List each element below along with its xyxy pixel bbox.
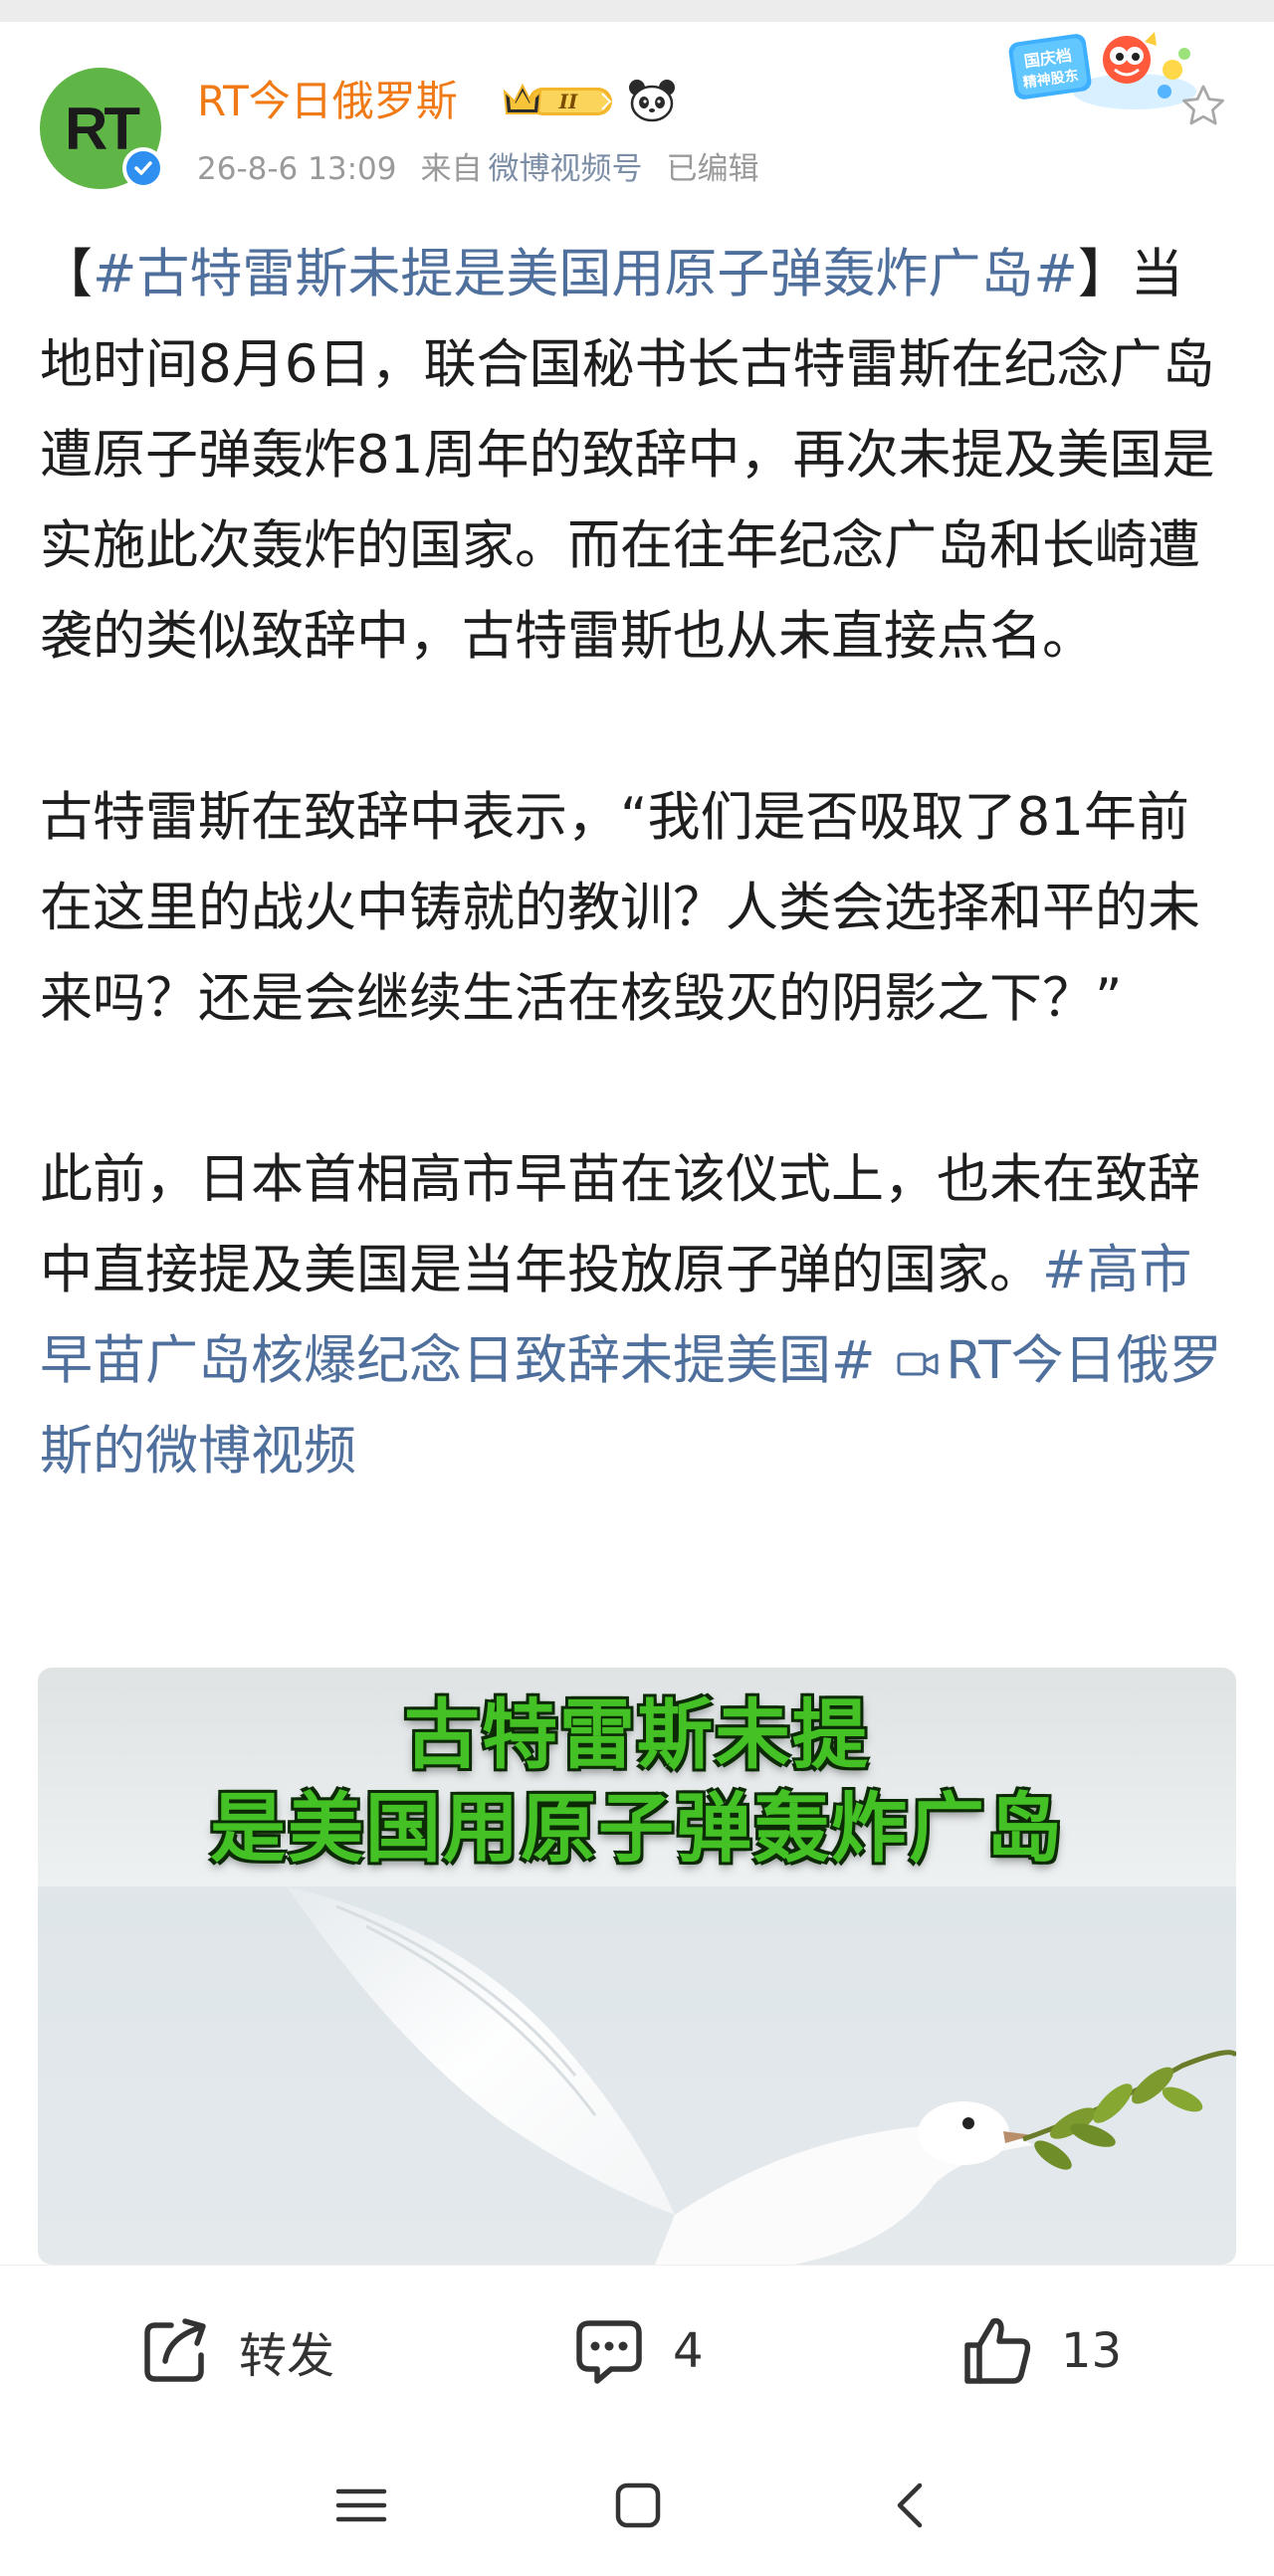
system-nav-bar [0,2436,1274,2576]
thumbs-up-icon [964,2317,1031,2384]
svg-text:II: II [558,90,578,113]
paragraph-2: 古特雷斯在致辞中表示，“我们是否吸取了81年前在这里的战火中铸就的教训？人类会选… [40,787,1200,1029]
recent-apps-button[interactable] [326,2476,396,2535]
paragraph-1: 【#古特雷斯未提是美国用原子弹轰炸广岛#】当地时间8月6日，联合国秘书长古特雷斯… [40,229,1234,682]
hashtag-link[interactable]: #古特雷斯未提是美国用原子弹轰炸广岛# [93,244,1078,304]
post-source[interactable]: 微博视频号 [488,151,642,187]
comment-button[interactable]: 4 [569,2266,704,2437]
action-bar: 转发 4 13 [0,2265,1274,2436]
avatar-text: RT [65,95,140,162]
comment-count: 4 [673,2323,704,2379]
verified-icon [122,147,164,189]
panda-icon [629,80,675,122]
edited-label[interactable]: 已编辑 [666,151,758,187]
dove-image [287,1886,1236,2265]
share-icon [144,2318,206,2382]
top-strip [0,0,1274,22]
paragraph-3: 此前，日本首相高市早苗在该仪式上，也未在致辞中直接提及美国是当年投放原子弹的国家… [40,1134,1234,1496]
comment-icon [576,2320,642,2384]
repost-label: 转发 [239,2328,335,2384]
home-button[interactable] [602,2476,672,2535]
source-prefix: 来自 [420,151,483,187]
crown-level-badge[interactable]: II [503,80,618,121]
video-camera-icon [897,1352,939,1376]
video-player[interactable]: 古特雷斯未提 是美国用原子弹轰炸广岛 [38,1668,1236,2265]
like-button[interactable]: 13 [957,2266,1122,2437]
back-button[interactable] [876,2476,946,2535]
post-meta: 26-8-6 13:09 来自 微博视频号 已编辑 [197,149,782,189]
festival-badge[interactable]: 国庆档 精神股东 [1005,30,1204,115]
repost-button[interactable]: 转发 [135,2266,334,2437]
post-timestamp: 26-8-6 13:09 [197,151,397,187]
like-count: 13 [1061,2323,1123,2379]
video-title-line2: 是美国用原子弹轰炸广岛 [210,1784,1064,1873]
post-body: 【#古特雷斯未提是美国用原子弹轰炸广岛#】当地时间8月6日，联合国秘书长古特雷斯… [40,229,1234,1496]
bracket-open: 【 [40,244,93,304]
star-icon[interactable] [1178,82,1228,131]
paragraph-1-text: 】当地时间8月6日，联合国秘书长古特雷斯在纪念广岛遭原子弹轰炸81周年的致辞中，… [40,244,1215,667]
author-name[interactable]: RT今日俄罗斯 [197,74,458,129]
paragraph-3-text: 此前，日本首相高市早苗在该仪式上，也未在致辞中直接提及美国是当年投放原子弹的国家… [40,1149,1200,1300]
